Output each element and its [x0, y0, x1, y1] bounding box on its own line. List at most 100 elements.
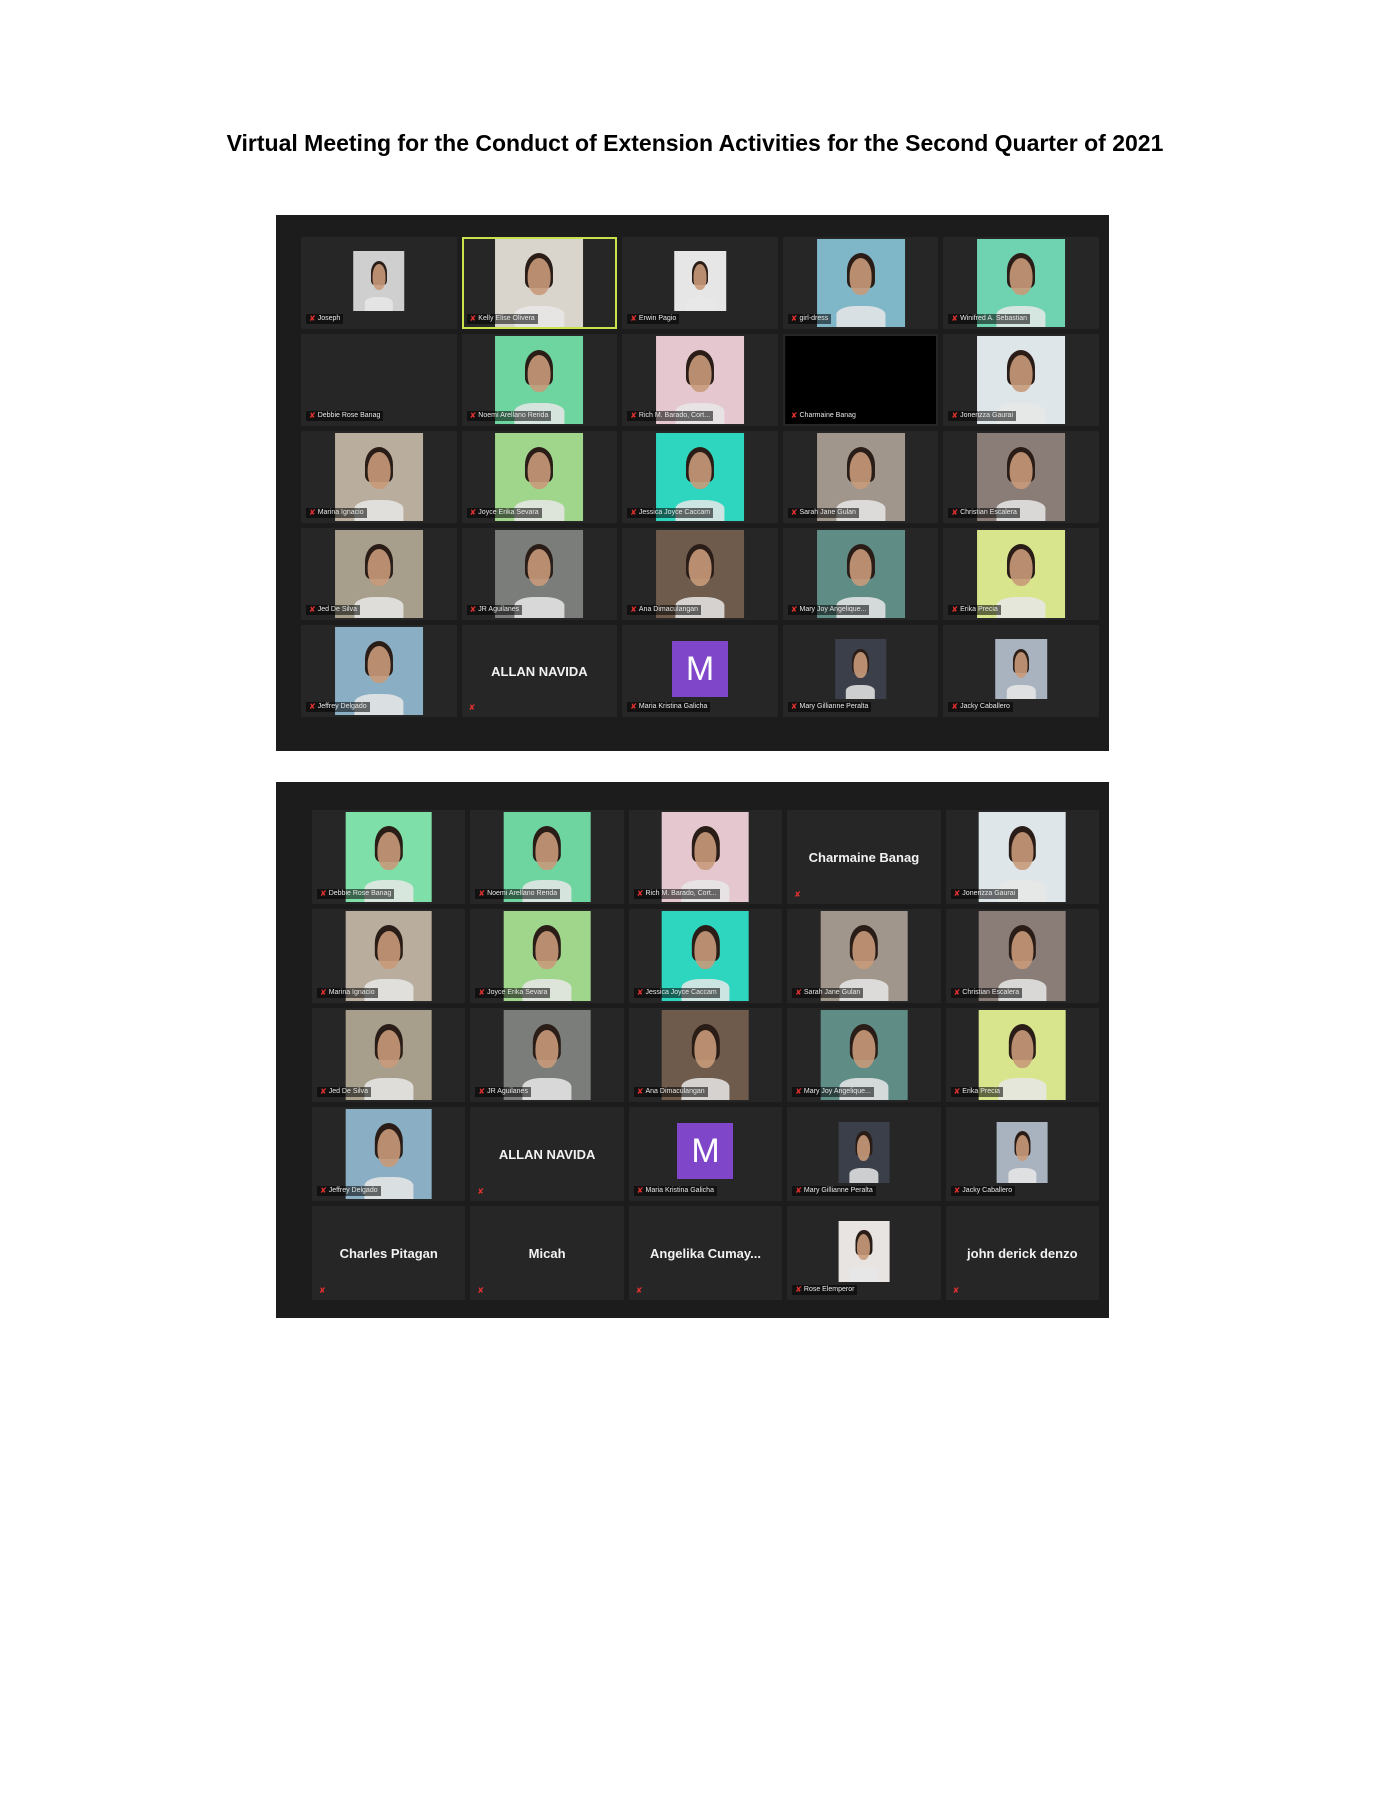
participant-tile[interactable]: ✘ Winifred A. Sebastian [943, 237, 1099, 329]
participant-tile[interactable]: M ✘ Maria Kristina Galicha [622, 625, 778, 717]
muted-mic-icon: ✘ [309, 605, 316, 614]
participant-tile[interactable]: ✘ Ana Dimaculangan [628, 1008, 783, 1102]
participant-tile[interactable]: ✘ Debbie Rose Banag [301, 334, 457, 426]
participant-tile[interactable]: ✘ Mary Gillianne Peralta [782, 625, 939, 717]
participant-tile[interactable]: Charles Pitagan ✘ [312, 1206, 466, 1300]
participant-tile[interactable]: ✘ Erwin Pagio [622, 237, 778, 329]
muted-mic-icon: ✘ [320, 889, 327, 898]
participant-nameplate: ✘ Noemi Arellano Rerida [475, 889, 561, 899]
participant-tile[interactable]: ✘ Marina Ignacio [312, 909, 466, 1003]
muted-mic-icon: ✘ [951, 314, 959, 323]
participant-tile[interactable]: M ✘ Maria Kristina Galicha [628, 1107, 783, 1201]
participant-tile[interactable]: ✘ Ana Dimaculangan [622, 528, 778, 620]
participant-tile[interactable]: ✘ Noemi Arellano Rerida [461, 334, 618, 426]
participant-tile[interactable]: ✘ Jonerizza Gaurai [945, 810, 1099, 904]
participant-tile[interactable]: ✘ girl-dress [782, 237, 939, 329]
participant-tile[interactable]: ✘ Christian Escalera [943, 431, 1099, 523]
participant-tile[interactable]: ALLAN NAVIDA ✘ [470, 1107, 624, 1201]
participant-tile[interactable]: ✘ Jonerizza Gaurai [943, 334, 1099, 426]
participant-name: Rich M. Barado, Cort... [645, 890, 717, 897]
muted-mic-icon: ✘ [630, 508, 637, 517]
participant-display-name: ALLAN NAVIDA [498, 1146, 596, 1162]
participant-tile[interactable]: ✘ Sarah Jane Gulan [782, 431, 939, 523]
participant-tile[interactable]: ✘ Jacky Caballero [943, 625, 1099, 717]
muted-mic-icon: ✘ [953, 988, 961, 997]
participant-display-name: john derick denzo [967, 1245, 1078, 1261]
participant-name: Maria Kristina Galicha [638, 703, 708, 710]
participant-tile[interactable]: ✘ Mary Joy Angelique... [787, 1008, 941, 1102]
participant-tile[interactable]: ✘ Erika Precia [945, 1008, 1099, 1102]
participant-nameplate: ✘ Winifred A. Sebastian [948, 314, 1031, 324]
participant-tile[interactable]: ✘ Mary Joy Angelique... [782, 528, 939, 620]
muted-mic-icon: ✘ [953, 1087, 961, 1096]
participant-tile[interactable]: ✘ Jeffrey Delgado [312, 1107, 466, 1201]
participant-name: Sarah Jane Gulan [803, 989, 861, 996]
participant-name: Jessica Joyce Caccam [645, 989, 717, 996]
participant-tile[interactable]: Angelika Cumay... ✘ [628, 1206, 783, 1300]
muted-mic-icon: ✘ [790, 314, 798, 323]
participant-nameplate: ✘ Charmaine Banag [787, 411, 859, 421]
muted-mic-icon: ✘ [478, 889, 486, 898]
participant-tile[interactable]: ✘ Rich M. Barado, Cort... [628, 810, 783, 904]
participant-name: Kelly Elise Olivera [478, 315, 535, 322]
muted-mic-icon: ✘ [630, 411, 637, 420]
participant-tile[interactable]: ✘ Mary Gillianne Peralta [787, 1107, 941, 1201]
participant-nameplate: ✘ Erwin Pagio [627, 314, 680, 324]
participant-tile[interactable]: ✘ Jacky Caballero [945, 1107, 1099, 1201]
muted-mic-icon: ✘ [469, 605, 477, 614]
participant-tile[interactable]: ✘ Jed De Silva [301, 528, 457, 620]
participant-tile[interactable]: ✘ Jed De Silva [312, 1008, 466, 1102]
participant-name: Erika Precia [960, 606, 998, 613]
muted-mic-icon: ✘ [795, 1186, 802, 1195]
participant-tile[interactable]: ✘ Rich M. Barado, Cort... [622, 334, 778, 426]
participant-nameplate: ✘ Erika Precia [950, 1087, 1004, 1097]
participant-name: Joyce Erika Sevara [487, 989, 548, 996]
participant-nameplate: ✘ Jeffrey Delgado [317, 1186, 381, 1196]
participant-tile[interactable]: ✘ Jeffrey Delgado [301, 625, 457, 717]
participant-name: Mary Joy Angelique... [799, 606, 867, 613]
participant-name: Christian Escalera [960, 509, 1017, 516]
participant-tile[interactable]: ✘ Sarah Jane Gulan [787, 909, 941, 1003]
muted-mic-icon: ✘ [469, 411, 477, 420]
participant-tile[interactable]: ✘ Charmaine Banag [782, 334, 939, 426]
muted-mic-icon: ✘ [477, 1187, 485, 1196]
participant-display-name: Charles Pitagan [339, 1245, 438, 1261]
participant-tile[interactable]: Charmaine Banag ✘ [787, 810, 941, 904]
participant-tile[interactable]: ✘ Noemi Arellano Rerida [470, 810, 624, 904]
participant-tile[interactable]: ✘ Marina Ignacio [301, 431, 457, 523]
participant-nameplate: ✘ Mary Gillianne Peralta [787, 702, 872, 712]
participant-nameplate: ✘ Joyce Erika Sevara [475, 988, 551, 998]
participant-name: Jeffrey Delgado [317, 703, 367, 710]
participant-nameplate: ✘ Jacky Caballero [950, 1186, 1016, 1196]
participant-name: Erika Precia [962, 1088, 1001, 1095]
meeting-screenshot-2: ✘ Debbie Rose Banag ✘ Noemi Arellano Rerida… [276, 782, 1109, 1318]
participant-tile[interactable]: ✘ Rose Elemperor [787, 1206, 941, 1300]
participant-name: Joseph [317, 315, 341, 322]
participant-display-name: Charmaine Banag [808, 849, 920, 865]
muted-mic-icon: ✘ [795, 988, 802, 997]
participant-tile[interactable]: ALLAN NAVIDA ✘ [461, 625, 618, 717]
participant-tile[interactable]: ✘ Erika Precia [943, 528, 1099, 620]
participant-tile[interactable]: ✘ Debbie Rose Banag [312, 810, 466, 904]
participant-tile[interactable]: ✘ Christian Escalera [945, 909, 1099, 1003]
participant-name: Mary Gillianne Peralta [803, 1187, 873, 1194]
participant-video [996, 1121, 1048, 1183]
participant-tile[interactable]: ✘ JR Aguilanes [470, 1008, 624, 1102]
participant-name: Ana Dimaculangan [645, 1088, 705, 1095]
participant-initial-avatar: M [671, 641, 728, 698]
participant-nameplate: ✘ Ana Dimaculangan [627, 605, 702, 615]
participant-tile[interactable]: ✘ Joyce Erika Sevara [461, 431, 618, 523]
participant-tile[interactable]: Micah ✘ [470, 1206, 624, 1300]
participant-tile[interactable]: john derick denzo ✘ [945, 1206, 1099, 1300]
participant-tile[interactable]: ✘ Jessica Joyce Caccam [622, 431, 778, 523]
participant-tile[interactable]: ✘ Joseph [301, 237, 457, 329]
participant-tile[interactable]: ✘ Joyce Erika Sevara [470, 909, 624, 1003]
participant-name: Jed De Silva [317, 606, 357, 613]
participant-nameplate: ✘ JR Aguilanes [466, 605, 523, 615]
participant-tile[interactable]: ✘ JR Aguilanes [461, 528, 618, 620]
participant-video [353, 251, 405, 312]
participant-tile[interactable]: ✘ Jessica Joyce Caccam [628, 909, 783, 1003]
participant-tile[interactable]: ✘ Kelly Elise Olivera [461, 237, 618, 329]
muted-mic-icon: ✘ [795, 1087, 802, 1096]
muted-mic-icon: ✘ [790, 605, 798, 614]
